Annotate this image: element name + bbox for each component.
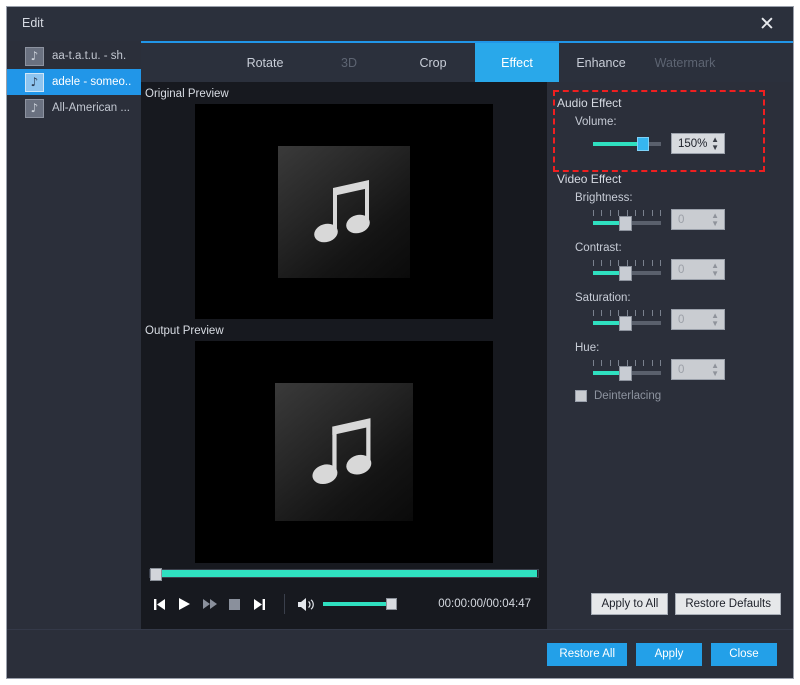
contrast-stepper[interactable]: 0 ▲▼ [671,259,725,280]
saturation-label: Saturation: [575,292,781,304]
slider-filled-track [593,142,643,146]
output-preview-label: Output Preview [141,319,547,341]
hue-label: Hue: [575,342,781,354]
music-note-icon: ♪ [25,73,44,92]
tab-3d[interactable]: 3D [307,43,391,82]
tab-enhance[interactable]: Enhance [559,43,643,82]
hue-stepper[interactable]: 0 ▲▼ [671,359,725,380]
speaker-icon[interactable] [297,597,315,612]
play-icon[interactable] [172,591,197,617]
dialog-body: ♪ aa-t.a.t.u. - sh. ♪ adele - someo.. ♪ … [7,41,793,629]
file-list-sidebar: ♪ aa-t.a.t.u. - sh. ♪ adele - someo.. ♪ … [7,41,141,629]
fast-forward-icon[interactable] [197,591,222,617]
list-item[interactable]: ♪ aa-t.a.t.u. - sh. [7,43,141,69]
skip-previous-icon[interactable] [147,591,172,617]
tab-rotate[interactable]: Rotate [223,43,307,82]
volume-slider[interactable] [323,602,395,606]
brightness-control-row: 0 ▲▼ [593,209,781,230]
music-note-icon: ♪ [25,99,44,118]
preview-panel: Original Preview [141,82,547,629]
tab-crop[interactable]: Crop [391,43,475,82]
deinterlacing-label: Deinterlacing [594,390,661,402]
volume-stepper[interactable]: 150% ▲▼ [671,133,725,154]
hue-slider[interactable] [593,360,661,380]
edit-dialog-window: Edit ✕ ♪ aa-t.a.t.u. - sh. ♪ adele - som… [6,6,794,679]
slider-handle[interactable] [619,266,632,281]
stepper-arrows-icon[interactable]: ▲▼ [711,136,719,152]
volume-slider-handle[interactable] [386,598,397,610]
original-preview-label: Original Preview [141,82,547,104]
edit-content: Rotate 3D Crop Effect Enhance Watermark … [141,41,793,629]
hue-value: 0 [672,364,684,376]
stepper-arrows-icon[interactable]: ▲▼ [711,312,719,328]
window-title: Edit [22,16,44,30]
file-name-label: All-American ... [52,102,130,114]
audio-effect-title: Audio Effect [557,96,781,110]
volume-control-row: 150% ▲▼ [593,133,781,154]
brightness-label: Brightness: [575,192,781,204]
stepper-arrows-icon[interactable]: ▲▼ [711,212,719,228]
panel-action-buttons: Apply to All Restore Defaults [557,593,781,629]
stop-icon[interactable] [222,591,247,617]
dialog-footer: Restore All Apply Close [7,629,793,678]
list-item[interactable]: ♪ adele - someo.. [7,69,141,95]
playback-controls: 00:00:00/00:04:47 [141,582,547,626]
restore-all-button[interactable]: Restore All [547,643,627,666]
progress-fill [158,570,537,577]
contrast-control-row: 0 ▲▼ [593,259,781,280]
slider-handle[interactable] [619,216,632,231]
saturation-stepper[interactable]: 0 ▲▼ [671,309,725,330]
volume-slider[interactable] [593,137,661,151]
title-bar: Edit ✕ [7,7,793,41]
tab-watermark[interactable]: Watermark [643,43,727,82]
contrast-slider[interactable] [593,260,661,280]
apply-to-all-button[interactable]: Apply to All [591,593,668,615]
deinterlacing-checkbox[interactable] [575,390,587,402]
divider [284,594,285,614]
file-name-label: aa-t.a.t.u. - sh. [52,50,126,62]
deinterlacing-row[interactable]: Deinterlacing [575,390,781,402]
effect-settings-panel: Audio Effect Volume: 150% ▲▼ Vid [547,82,793,629]
slider-handle[interactable] [619,316,632,331]
music-note-icon: ♪ [25,47,44,66]
close-button[interactable]: Close [711,643,777,666]
output-preview-video [195,341,493,563]
contrast-label: Contrast: [575,242,781,254]
slider-handle[interactable] [619,366,632,381]
music-note-icon [311,178,377,246]
hue-control-row: 0 ▲▼ [593,359,781,380]
timecode-label: 00:00:00/00:04:47 [438,598,531,610]
slider-handle[interactable] [637,137,649,151]
music-note-icon [309,416,379,488]
brightness-value: 0 [672,214,684,226]
saturation-control-row: 0 ▲▼ [593,309,781,330]
skip-next-icon[interactable] [247,591,272,617]
brightness-stepper[interactable]: 0 ▲▼ [671,209,725,230]
video-effect-title: Video Effect [557,172,781,186]
saturation-slider[interactable] [593,310,661,330]
stepper-arrows-icon[interactable]: ▲▼ [711,362,719,378]
volume-label: Volume: [575,116,781,128]
contrast-value: 0 [672,264,684,276]
stepper-arrows-icon[interactable]: ▲▼ [711,262,719,278]
tab-bar: Rotate 3D Crop Effect Enhance Watermark [141,43,793,82]
list-item[interactable]: ♪ All-American ... [7,95,141,121]
apply-button[interactable]: Apply [636,643,702,666]
progress-bar[interactable] [149,569,539,578]
close-icon[interactable]: ✕ [747,9,787,39]
brightness-slider[interactable] [593,210,661,230]
restore-defaults-button[interactable]: Restore Defaults [675,593,781,615]
panels-row: Original Preview [141,82,793,629]
original-preview-video [195,104,493,319]
volume-value: 150% [672,138,707,150]
album-art [275,383,413,521]
file-name-label: adele - someo.. [52,76,131,88]
saturation-value: 0 [672,314,684,326]
album-art [278,146,410,278]
progress-handle[interactable] [150,568,162,581]
tab-effect[interactable]: Effect [475,43,559,82]
playback-progress-row [141,563,547,578]
